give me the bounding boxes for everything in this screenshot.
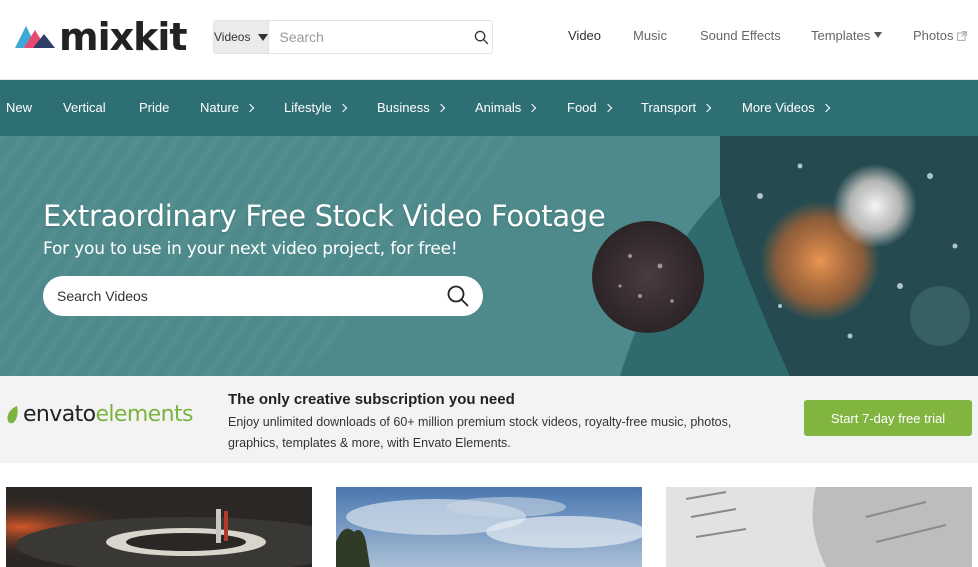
chevron-right-icon: [436, 103, 445, 113]
category-pride[interactable]: Pride: [139, 100, 169, 116]
nav-video-link[interactable]: Video: [568, 28, 601, 43]
search-icon[interactable]: [447, 285, 469, 307]
nav-photos-link[interactable]: Photos: [913, 28, 968, 43]
caret-down-icon: [258, 33, 269, 41]
video-thumbnail-image: [666, 487, 972, 567]
hero-title: Extraordinary Free Stock Video Footage: [43, 199, 606, 233]
chevron-right-icon: [702, 103, 712, 113]
category-business[interactable]: Business: [377, 100, 445, 116]
category-nature[interactable]: Nature: [200, 100, 255, 116]
category-lifestyle[interactable]: Lifestyle: [284, 100, 347, 116]
category-more-videos[interactable]: More Videos: [742, 100, 830, 116]
external-link-icon: [957, 31, 968, 41]
logo-text: mixkit: [59, 15, 188, 59]
envato-leaf-icon: [7, 406, 18, 424]
video-thumbnail[interactable]: [666, 487, 972, 567]
category-animals[interactable]: Animals: [475, 100, 537, 116]
nav-music-link[interactable]: Music: [633, 28, 667, 43]
category-transport-label: Transport: [641, 100, 697, 115]
envato-elements-logo[interactable]: envato elements: [6, 404, 193, 426]
category-food-label: Food: [567, 100, 597, 115]
search-category-select[interactable]: Videos: [214, 21, 270, 53]
nav-photos-label: Photos: [913, 28, 954, 43]
search-input[interactable]: [269, 21, 471, 53]
search-category-label: Videos: [214, 30, 251, 44]
chevron-right-icon: [528, 103, 537, 113]
nav-templates-menu[interactable]: Templates: [811, 28, 883, 43]
category-new[interactable]: New: [6, 100, 32, 116]
envato-description: Enjoy unlimited downloads of 60+ million…: [228, 415, 732, 450]
video-thumbnail[interactable]: [6, 487, 312, 567]
start-free-trial-button[interactable]: Start 7-day free trial: [804, 400, 972, 436]
site-header: mixkit Videos Video Music Sound Effects …: [0, 0, 978, 80]
chevron-right-icon: [821, 103, 830, 113]
video-thumbnail[interactable]: [336, 487, 642, 567]
video-thumbnail-image: [336, 487, 642, 567]
hero-search-placeholder: Search Videos: [57, 288, 148, 304]
envato-promo-banner: envato elements The only creative subscri…: [0, 376, 978, 463]
category-nav-bar: New Vertical Pride Nature Lifestyle Busi…: [0, 80, 978, 136]
elements-logo-word: elements: [95, 402, 193, 427]
category-lifestyle-label: Lifestyle: [284, 100, 332, 115]
nav-templates-label: Templates: [811, 28, 871, 43]
category-vertical[interactable]: Vertical: [63, 100, 106, 116]
search-icon: [474, 30, 488, 44]
hero-search-input[interactable]: Search Videos: [43, 276, 483, 316]
logo-mark-icon: [15, 26, 55, 48]
chevron-right-icon: [603, 103, 612, 113]
category-animals-label: Animals: [475, 100, 522, 115]
video-thumbnail-image: [6, 487, 312, 567]
envato-logo-word: envato: [23, 402, 96, 427]
chevron-right-icon: [245, 103, 255, 113]
category-food[interactable]: Food: [567, 100, 612, 116]
category-more-videos-label: More Videos: [742, 100, 815, 115]
mixkit-logo[interactable]: mixkit: [15, 15, 188, 59]
nav-sound-effects-link[interactable]: Sound Effects: [700, 28, 781, 43]
search-button[interactable]: [470, 21, 492, 53]
hero-banner: Extraordinary Free Stock Video Footage F…: [0, 136, 978, 376]
category-transport[interactable]: Transport: [641, 100, 712, 116]
caret-down-icon: [874, 32, 883, 38]
category-nature-label: Nature: [200, 100, 240, 115]
envato-title: The only creative subscription you need: [228, 391, 515, 408]
chevron-right-icon: [338, 103, 347, 113]
category-business-label: Business: [377, 100, 430, 115]
search-bar: Videos: [213, 20, 493, 54]
hero-subtitle: For you to use in your next video projec…: [43, 239, 458, 259]
